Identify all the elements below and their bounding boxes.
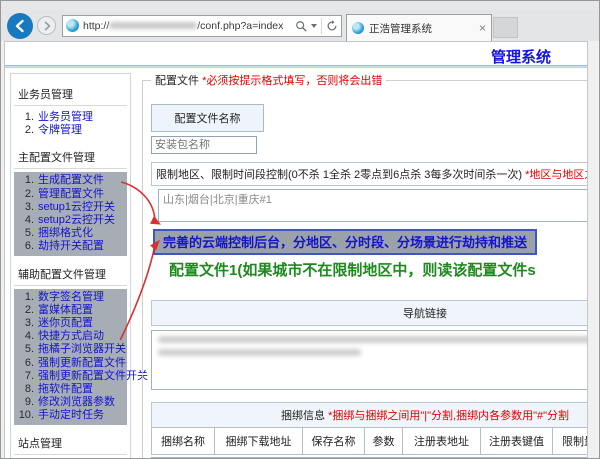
back-arrow-icon bbox=[13, 19, 27, 33]
url-text[interactable]: http:// /conf.php?a=index bbox=[83, 20, 283, 32]
bundle-section: 捆绑信息 *捆绑与捆绑之间用"|"分割,捆绑内各参数用"#"分割 捆绑名称捆绑下… bbox=[151, 402, 588, 458]
sidebar-item-link[interactable]: 迷你页配置 bbox=[38, 317, 93, 330]
config-fieldset: 配置文件 *必须按提示格式填写，否则将会出错 配置文件名称 限制地区、限制时间段… bbox=[142, 72, 588, 458]
bundle-column-header: 参数 bbox=[365, 427, 403, 455]
search-icon[interactable] bbox=[295, 20, 307, 32]
sidebar-list-item: setup1云控开关 bbox=[14, 201, 125, 214]
url-suffix: /conf.php?a=index bbox=[197, 20, 283, 32]
sidebar-item-link[interactable]: 修改浏览器参数 bbox=[38, 396, 115, 409]
page-header: 管理系统 bbox=[5, 42, 587, 65]
sidebar-item-link[interactable]: 管理配置文件 bbox=[38, 188, 104, 201]
address-separator bbox=[321, 18, 322, 34]
sidebar-item-link[interactable]: 劫持开关配置 bbox=[38, 240, 104, 253]
sidebar-item-link[interactable]: setup2云控开关 bbox=[38, 214, 115, 227]
back-button[interactable] bbox=[7, 13, 33, 39]
sidebar-item-link[interactable]: 手动定时任务 bbox=[38, 409, 104, 422]
browser-toolbar: http:// /conf.php?a=index 正浩管理系统 × bbox=[1, 10, 599, 41]
config-fieldset-legend: 配置文件 *必须按提示格式填写，否则将会出错 bbox=[151, 72, 386, 88]
bundle-column-header: 捆绑名称 bbox=[151, 427, 215, 455]
sidebar-section-title: 业务员管理 bbox=[14, 80, 127, 106]
forward-button[interactable] bbox=[37, 16, 56, 35]
sidebar-list-item: 管理配置文件 bbox=[14, 188, 125, 201]
tab-close-icon[interactable]: × bbox=[479, 21, 486, 35]
window-titlebar bbox=[1, 1, 599, 10]
page-title: 管理系统 bbox=[491, 46, 551, 67]
restrict-textarea[interactable]: 山东|烟台|北京|重庆#1 bbox=[158, 189, 588, 222]
sidebar-list-item: setup2云控开关 bbox=[14, 214, 125, 227]
config-legend-text: 配置文件 bbox=[155, 75, 199, 87]
bundle-column-header: 保存名称 bbox=[303, 427, 365, 455]
sidebar-item-link[interactable]: 强制更新配置文件 bbox=[38, 357, 126, 370]
redacted-link-line bbox=[158, 336, 588, 343]
redacted-link-line bbox=[158, 349, 361, 356]
sidebar-item-link[interactable]: 捆绑格式化 bbox=[38, 227, 93, 240]
bundle-warning: *捆绑与捆绑之间用"|"分割,捆绑内各参数用"#"分割 bbox=[328, 410, 569, 422]
bundle-column-headers: 捆绑名称捆绑下载地址保存名称参数注册表地址注册表键值限制量xp检查路径win7检… bbox=[151, 427, 588, 455]
nav-links-section: 导航链接 bbox=[151, 300, 588, 390]
sidebar: 业务员管理业务员管理令牌管理主配置文件管理生成配置文件管理配置文件setup1云… bbox=[10, 73, 131, 458]
url-redacted-domain bbox=[109, 22, 197, 29]
sidebar-section-block: 数字签名管理富媒体配置迷你页配置快捷方式启动拖橘子浏览器开关强制更新配置文件强制… bbox=[14, 289, 127, 425]
sidebar-list-item: 劫持开关配置 bbox=[14, 240, 125, 253]
sidebar-list-item: 快捷方式启动 bbox=[14, 330, 125, 343]
tab-favicon bbox=[352, 22, 364, 34]
sidebar-item-link[interactable]: 富媒体配置 bbox=[38, 304, 93, 317]
sidebar-section-block: 业务员管理令牌管理 bbox=[14, 109, 127, 139]
sidebar-list-item: 拖橘子浏览器开关 bbox=[14, 343, 125, 356]
restrict-label: 限制地区、限制时间段控制(0不杀 1全杀 2零点到6点杀 3每多次时间杀一次) bbox=[156, 169, 522, 181]
sidebar-list-item: 迷你页配置 bbox=[14, 317, 125, 330]
sidebar-item-link[interactable]: 令牌管理 bbox=[38, 124, 82, 137]
address-bar[interactable]: http:// /conf.php?a=index bbox=[62, 15, 342, 37]
config-green-note: 配置文件1(如果城市不在限制地区中，则读该配置文件s bbox=[169, 259, 588, 280]
bundle-column-header: 注册表键值 bbox=[481, 427, 553, 455]
sidebar-list-item: 富媒体配置 bbox=[14, 304, 125, 317]
sidebar-list-item: 数字签名管理 bbox=[14, 291, 125, 304]
config-name-input[interactable] bbox=[151, 136, 257, 154]
sidebar-list-item: 强制更新配置文件开关 bbox=[14, 370, 125, 383]
sidebar-list-item: 拖软件配置 bbox=[14, 383, 125, 396]
cloud-control-callout: 完善的云端控制后台，分地区、分时段、分场景进行劫持和推送 bbox=[153, 229, 537, 255]
forward-arrow-icon bbox=[42, 21, 52, 31]
bundle-header-row: 捆绑信息 *捆绑与捆绑之间用"|"分割,捆绑内各参数用"#"分割 bbox=[151, 402, 588, 428]
bundle-textarea[interactable]: 捆绑名称#捆绑下载地址#保存名称#参数#注册表地址#注册表键值#限制量#XP文件… bbox=[151, 457, 588, 458]
browser-window: http:// /conf.php?a=index 正浩管理系统 × bbox=[0, 0, 600, 459]
bundle-column-header: 注册表地址 bbox=[403, 427, 481, 455]
sidebar-section-title: 辅助配置文件管理 bbox=[14, 260, 127, 286]
sidebar-list-item: 令牌管理 bbox=[14, 124, 125, 137]
sidebar-item-link[interactable]: 快捷方式启动 bbox=[38, 330, 104, 343]
restrict-warning: *地区与地区之间用"|"分割,地区与是否启用 bbox=[525, 169, 588, 181]
nav-links-textarea[interactable] bbox=[151, 330, 588, 390]
bundle-column-header: 限制量 bbox=[553, 427, 588, 455]
sidebar-list-item: 捆绑格式化 bbox=[14, 227, 125, 240]
sidebar-item-link[interactable]: 拖软件配置 bbox=[38, 383, 93, 396]
sidebar-item-link[interactable]: 拖橘子浏览器开关 bbox=[38, 343, 126, 356]
sidebar-item-link[interactable]: 数字签名管理 bbox=[38, 291, 104, 304]
sidebar-list-item: 生成配置文件 bbox=[14, 174, 125, 187]
sidebar-item-link[interactable]: setup1云控开关 bbox=[38, 201, 115, 214]
sidebar-section-title: 主配置文件管理 bbox=[14, 143, 127, 169]
restrict-label-row: 限制地区、限制时间段控制(0不杀 1全杀 2零点到6点杀 3每多次时间杀一次) … bbox=[151, 162, 588, 186]
sidebar-list-item: 手动定时任务 bbox=[14, 409, 125, 422]
sidebar-list-item: 修改浏览器参数 bbox=[14, 396, 125, 409]
sidebar-section-block: 生成配置文件管理配置文件setup1云控开关setup2云控开关捆绑格式化劫持开… bbox=[14, 172, 127, 255]
config-format-warning: *必须按提示格式填写，否则将会出错 bbox=[202, 75, 382, 87]
tab-title: 正浩管理系统 bbox=[369, 21, 475, 36]
refresh-icon[interactable] bbox=[326, 20, 338, 32]
bundle-header: 捆绑信息 bbox=[281, 410, 325, 422]
sidebar-item-link[interactable]: 生成配置文件 bbox=[38, 174, 104, 187]
page-viewport: 管理系统 业务员管理业务员管理令牌管理主配置文件管理生成配置文件管理配置文件se… bbox=[4, 41, 588, 458]
nav-links-header: 导航链接 bbox=[151, 300, 588, 326]
sidebar-list-item: 业务员管理 bbox=[14, 111, 125, 124]
sidebar-item-link[interactable]: 业务员管理 bbox=[38, 111, 93, 124]
config-name-header: 配置文件名称 bbox=[151, 104, 264, 132]
sidebar-list-item: 强制更新配置文件 bbox=[14, 357, 125, 370]
main-content: 配置文件 *必须按提示格式填写，否则将会出错 配置文件名称 限制地区、限制时间段… bbox=[131, 68, 588, 458]
search-dropdown-icon[interactable] bbox=[311, 24, 317, 28]
site-favicon bbox=[66, 19, 79, 32]
url-prefix: http:// bbox=[83, 20, 109, 32]
new-tab-button[interactable] bbox=[493, 17, 518, 38]
bundle-column-header: 捆绑下载地址 bbox=[215, 427, 303, 455]
sidebar-section-title: 站点管理 bbox=[14, 429, 127, 455]
browser-tab[interactable]: 正浩管理系统 × bbox=[346, 14, 492, 41]
